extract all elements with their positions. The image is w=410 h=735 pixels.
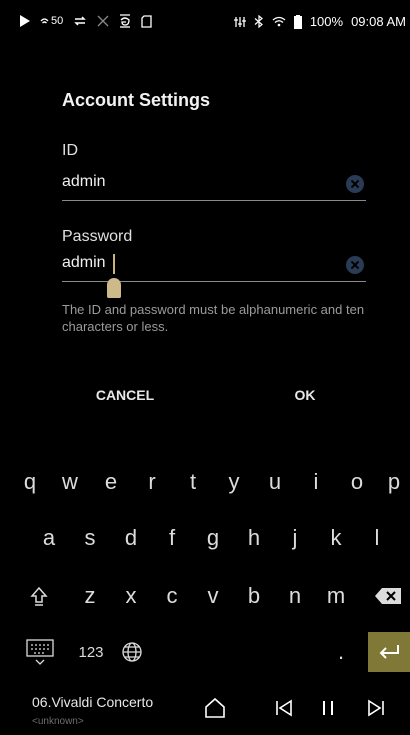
key-i[interactable]: i bbox=[297, 462, 335, 502]
keyboard-row-3: z x c v b n m bbox=[0, 576, 410, 616]
key-d[interactable]: d bbox=[112, 518, 150, 558]
key-f[interactable]: f bbox=[153, 518, 191, 558]
key-r[interactable]: r bbox=[133, 462, 171, 502]
gapless-icon bbox=[120, 14, 131, 28]
id-label: ID bbox=[62, 142, 78, 159]
wifi-signal: 50 bbox=[40, 15, 63, 27]
shuffle-icon bbox=[97, 15, 109, 27]
key-p[interactable]: p bbox=[378, 462, 410, 502]
wifi-strength-icon bbox=[272, 16, 286, 27]
cancel-button[interactable]: CANCEL bbox=[40, 373, 210, 417]
key-y[interactable]: y bbox=[215, 462, 253, 502]
key-t[interactable]: t bbox=[174, 462, 212, 502]
bluetooth-icon bbox=[254, 15, 263, 28]
signal-text: 50 bbox=[51, 15, 64, 27]
pause-icon bbox=[323, 701, 333, 715]
key-k[interactable]: k bbox=[317, 518, 355, 558]
mini-player: 06.Vivaldi Concerto <unknown> bbox=[0, 680, 410, 735]
keyboard-row-4: 123 . bbox=[0, 632, 410, 672]
key-g[interactable]: g bbox=[194, 518, 232, 558]
backspace-icon bbox=[375, 588, 401, 604]
keyboard-row-2: a s d f g h j k l bbox=[0, 518, 410, 558]
numbers-key[interactable]: 123 bbox=[71, 632, 111, 672]
battery-percent: 100% bbox=[309, 14, 344, 29]
status-bar: 50 100% 09:08 AM bbox=[0, 0, 410, 44]
ok-button[interactable]: OK bbox=[220, 373, 390, 417]
keyboard-settings-key[interactable] bbox=[20, 632, 60, 672]
validation-hint: The ID and password must be alphanumeric… bbox=[62, 302, 365, 334]
keyboard-icon bbox=[26, 639, 54, 665]
clear-id-icon[interactable] bbox=[346, 175, 364, 193]
home-button[interactable] bbox=[203, 696, 227, 720]
play-icon bbox=[20, 15, 30, 27]
enter-key[interactable] bbox=[368, 632, 410, 672]
period-key[interactable]: . bbox=[322, 632, 360, 672]
key-l[interactable]: l bbox=[358, 518, 396, 558]
key-b[interactable]: b bbox=[235, 576, 273, 616]
password-label: Password bbox=[62, 228, 133, 245]
backspace-key[interactable] bbox=[368, 576, 408, 616]
next-button[interactable] bbox=[364, 696, 388, 720]
text-cursor bbox=[113, 254, 115, 274]
key-e[interactable]: e bbox=[92, 462, 130, 502]
password-field[interactable]: admin bbox=[62, 251, 366, 282]
artist-name: <unknown> bbox=[32, 716, 84, 727]
sd-card-icon bbox=[141, 14, 152, 28]
account-settings-dialog: Account Settings ID admin Password admin… bbox=[40, 68, 390, 423]
space-key[interactable] bbox=[150, 632, 320, 672]
globe-icon bbox=[122, 642, 142, 662]
key-v[interactable]: v bbox=[194, 576, 232, 616]
shift-key[interactable] bbox=[20, 576, 58, 616]
next-icon bbox=[368, 699, 384, 717]
key-z[interactable]: z bbox=[71, 576, 109, 616]
shift-icon bbox=[30, 586, 48, 606]
wifi-icon bbox=[40, 17, 49, 23]
id-field[interactable]: admin bbox=[62, 170, 366, 201]
key-h[interactable]: h bbox=[235, 518, 273, 558]
key-x[interactable]: x bbox=[112, 576, 150, 616]
previous-button[interactable] bbox=[272, 696, 296, 720]
clear-password-icon[interactable] bbox=[346, 256, 364, 274]
keyboard-row-1: q w e r t y u i o p bbox=[0, 462, 410, 502]
enter-icon bbox=[379, 645, 399, 659]
dialog-title: Account Settings bbox=[62, 90, 211, 110]
cursor-handle[interactable] bbox=[107, 278, 121, 298]
id-value: admin bbox=[62, 173, 106, 190]
key-c[interactable]: c bbox=[153, 576, 191, 616]
key-o[interactable]: o bbox=[338, 462, 376, 502]
key-m[interactable]: m bbox=[317, 576, 355, 616]
key-n[interactable]: n bbox=[276, 576, 314, 616]
language-key[interactable] bbox=[114, 632, 150, 672]
repeat-icon bbox=[74, 16, 87, 26]
song-title: 06.Vivaldi Concerto bbox=[32, 694, 154, 710]
key-q[interactable]: q bbox=[11, 462, 49, 502]
password-value: admin bbox=[62, 254, 106, 271]
equalizer-icon bbox=[233, 16, 246, 27]
battery-icon bbox=[293, 14, 302, 29]
previous-icon bbox=[276, 699, 292, 717]
key-a[interactable]: a bbox=[30, 518, 68, 558]
key-w[interactable]: w bbox=[51, 462, 89, 502]
key-u[interactable]: u bbox=[256, 462, 294, 502]
home-icon bbox=[205, 697, 225, 718]
key-s[interactable]: s bbox=[71, 518, 109, 558]
pause-button[interactable] bbox=[316, 696, 340, 720]
key-j[interactable]: j bbox=[276, 518, 314, 558]
clock: 09:08 AM bbox=[351, 14, 406, 29]
